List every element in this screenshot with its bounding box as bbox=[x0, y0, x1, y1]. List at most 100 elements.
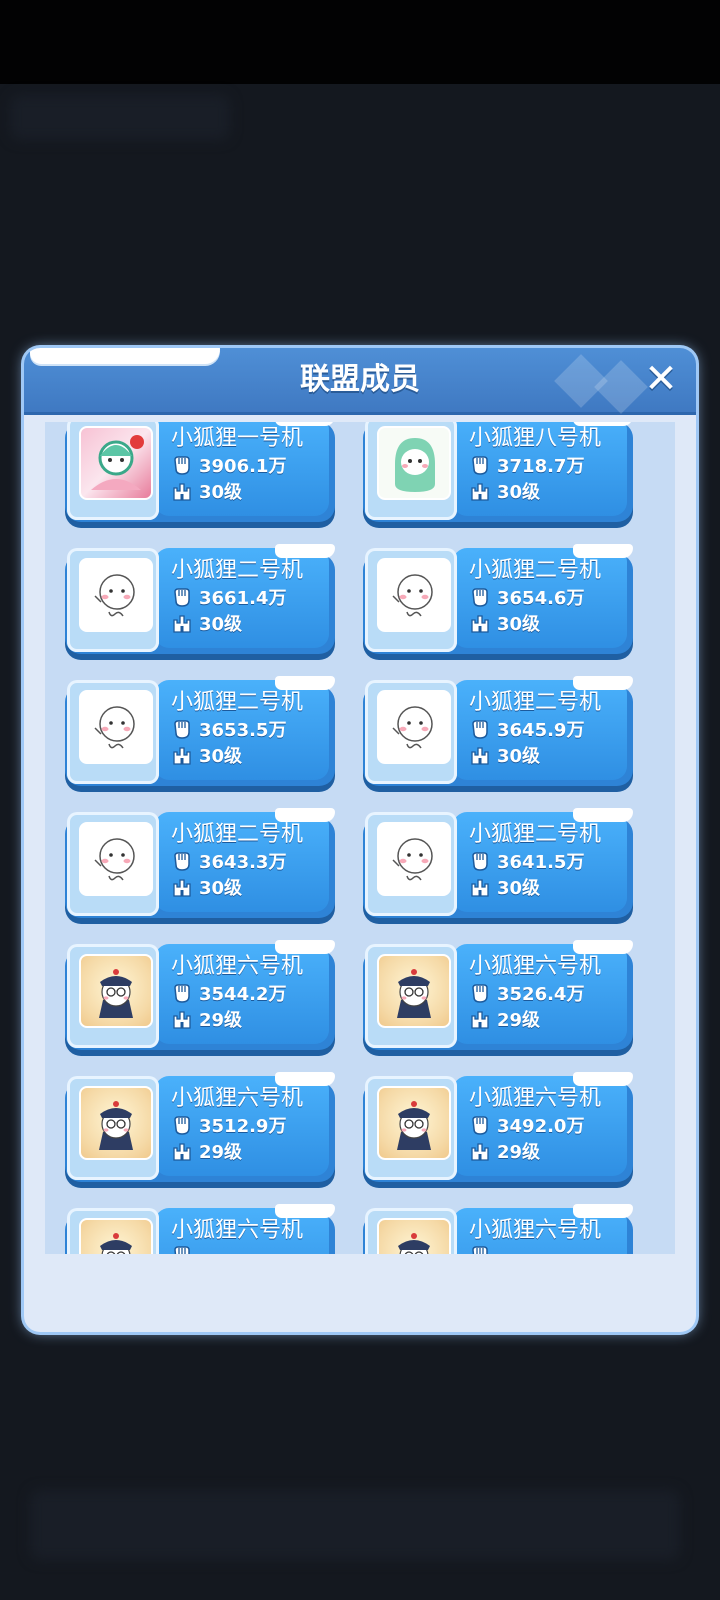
member-card[interactable]: 小狐狸二号机 3641.5万 30级 bbox=[363, 808, 633, 920]
official-hat-avatar[interactable] bbox=[377, 1218, 451, 1254]
green-dino-avatar[interactable] bbox=[377, 426, 451, 500]
pink-anime-avatar[interactable] bbox=[79, 426, 153, 500]
fist-icon bbox=[171, 850, 193, 872]
background-blur bbox=[30, 1490, 680, 1560]
member-card[interactable]: 小狐狸二号机 3643.3万 30级 bbox=[65, 808, 335, 920]
avatar-frame bbox=[365, 944, 457, 1048]
castle-icon bbox=[171, 1008, 193, 1030]
fist-icon bbox=[171, 586, 193, 608]
member-list[interactable]: 小狐狸一号机 3906.1万 30级 小狐狸八号机 3718.7万 30级 小狐狸二号机 36… bbox=[45, 422, 675, 1254]
power-row: 3643.3万 bbox=[171, 848, 286, 873]
power-value: 3492.0万 bbox=[497, 1116, 585, 1137]
castle-icon bbox=[469, 876, 491, 898]
fist-icon bbox=[469, 982, 491, 1004]
level-value: 29级 bbox=[497, 1142, 541, 1163]
level-value: 30级 bbox=[199, 614, 243, 635]
level-row: 29级 bbox=[469, 1006, 541, 1031]
doodle-face-avatar[interactable] bbox=[377, 558, 451, 632]
member-name: 小狐狸八号机 bbox=[469, 426, 602, 451]
power-value: 3653.5万 bbox=[199, 720, 287, 741]
level-value: 30级 bbox=[497, 878, 541, 899]
castle-icon bbox=[171, 876, 193, 898]
member-card[interactable]: 小狐狸六号机 bbox=[363, 1204, 633, 1254]
official-hat-avatar[interactable] bbox=[79, 1218, 153, 1254]
member-card[interactable]: 小狐狸六号机 3512.9万 29级 bbox=[65, 1072, 335, 1184]
doodle-face-avatar[interactable] bbox=[377, 822, 451, 896]
doodle-face-avatar[interactable] bbox=[79, 558, 153, 632]
member-name: 小狐狸六号机 bbox=[171, 1218, 304, 1243]
power-value: 3645.9万 bbox=[497, 720, 585, 741]
dialog-title: 联盟成员 bbox=[300, 362, 420, 397]
fist-icon bbox=[469, 1114, 491, 1136]
power-value: 3718.7万 bbox=[497, 456, 585, 477]
level-row: 30级 bbox=[171, 610, 243, 635]
member-name: 小狐狸二号机 bbox=[469, 690, 602, 715]
power-value: 3906.1万 bbox=[199, 456, 287, 477]
doodle-face-avatar[interactable] bbox=[79, 690, 153, 764]
power-row: 3653.5万 bbox=[171, 716, 287, 741]
level-row: 30级 bbox=[171, 478, 242, 503]
alliance-members-dialog: 联盟成员 ✕ 小狐狸一号机 3906.1万 30级 小狐狸八号机 3718.7万 30级小… bbox=[24, 348, 696, 1332]
power-row: 3906.1万 bbox=[171, 452, 287, 477]
level-row: 29级 bbox=[171, 1138, 243, 1163]
castle-icon bbox=[469, 480, 491, 502]
member-card[interactable]: 小狐狸一号机 3906.1万 30级 bbox=[65, 422, 335, 524]
doodle-face-avatar[interactable] bbox=[377, 690, 451, 764]
level-value: 29级 bbox=[199, 1142, 243, 1163]
level-value: 30级 bbox=[497, 746, 541, 767]
fist-icon bbox=[171, 718, 193, 740]
member-card[interactable]: 小狐狸六号机 bbox=[65, 1204, 335, 1254]
member-name: 小狐狸六号机 bbox=[171, 1086, 304, 1111]
member-card[interactable]: 小狐狸二号机 3654.6万 30级 bbox=[363, 544, 633, 656]
castle-icon bbox=[469, 744, 491, 766]
member-name: 小狐狸二号机 bbox=[469, 558, 602, 583]
level-row: 30级 bbox=[171, 742, 243, 767]
power-row: 3641.5万 bbox=[469, 848, 584, 873]
power-row: 3512.9万 bbox=[171, 1112, 287, 1137]
level-row: 30级 bbox=[469, 478, 541, 503]
member-name: 小狐狸六号机 bbox=[469, 1218, 602, 1243]
member-name: 小狐狸六号机 bbox=[171, 954, 304, 979]
member-name: 小狐狸一号机 bbox=[171, 426, 304, 451]
avatar-frame bbox=[365, 680, 457, 784]
member-card[interactable]: 小狐狸六号机 3526.4万 29级 bbox=[363, 940, 633, 1052]
member-card[interactable]: 小狐狸二号机 3645.9万 30级 bbox=[363, 676, 633, 788]
avatar-frame bbox=[67, 680, 159, 784]
power-row: 3661.4万 bbox=[171, 584, 286, 609]
background-blur bbox=[10, 95, 230, 140]
level-value: 30级 bbox=[497, 482, 541, 503]
level-row: 29级 bbox=[469, 1138, 541, 1163]
power-value: 3512.9万 bbox=[199, 1116, 287, 1137]
member-card[interactable]: 小狐狸二号机 3653.5万 30级 bbox=[65, 676, 335, 788]
member-card[interactable]: 小狐狸八号机 3718.7万 30级 bbox=[363, 422, 633, 524]
official-hat-avatar[interactable] bbox=[79, 954, 153, 1028]
castle-icon bbox=[469, 1140, 491, 1162]
castle-icon bbox=[171, 480, 193, 502]
doodle-face-avatar[interactable] bbox=[79, 822, 153, 896]
fist-icon bbox=[171, 982, 193, 1004]
castle-icon bbox=[171, 612, 193, 634]
official-hat-avatar[interactable] bbox=[377, 954, 451, 1028]
power-row: 3492.0万 bbox=[469, 1112, 585, 1137]
member-name: 小狐狸二号机 bbox=[171, 822, 304, 847]
power-value: 3654.6万 bbox=[497, 588, 585, 609]
member-card[interactable]: 小狐狸六号机 3544.2万 29级 bbox=[65, 940, 335, 1052]
official-hat-avatar[interactable] bbox=[79, 1086, 153, 1160]
avatar-frame bbox=[365, 812, 457, 916]
level-value: 30级 bbox=[199, 746, 243, 767]
member-card[interactable]: 小狐狸二号机 3661.4万 30级 bbox=[65, 544, 335, 656]
power-row: 3645.9万 bbox=[469, 716, 585, 741]
avatar-frame bbox=[365, 422, 457, 520]
member-card[interactable]: 小狐狸六号机 3492.0万 29级 bbox=[363, 1072, 633, 1184]
status-bar bbox=[0, 0, 720, 84]
avatar-frame bbox=[365, 548, 457, 652]
castle-icon bbox=[171, 744, 193, 766]
level-value: 29级 bbox=[497, 1010, 541, 1031]
level-row: 30级 bbox=[469, 874, 541, 899]
close-icon[interactable]: ✕ bbox=[642, 359, 680, 399]
dialog-header: 联盟成员 ✕ bbox=[24, 348, 696, 415]
avatar-frame bbox=[365, 1208, 457, 1254]
power-row: 3654.6万 bbox=[469, 584, 585, 609]
level-row: 29级 bbox=[171, 1006, 242, 1031]
official-hat-avatar[interactable] bbox=[377, 1086, 451, 1160]
